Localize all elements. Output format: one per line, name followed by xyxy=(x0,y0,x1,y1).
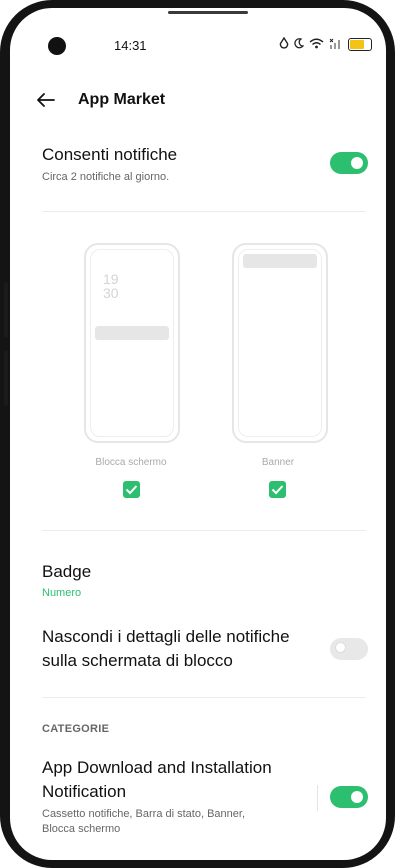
battery-icon xyxy=(348,38,372,51)
preview-notification-bar xyxy=(95,326,169,340)
allow-notifications-title: Consenti notifiche xyxy=(42,145,178,164)
category-subtitle-line2: Blocca schermo xyxy=(42,823,121,835)
category-subtitle-line1: Cassetto notifiche, Barra di stato, Bann… xyxy=(42,808,246,820)
divider xyxy=(42,530,366,531)
banner-label: Banner xyxy=(261,457,295,468)
allow-notifications-toggle[interactable] xyxy=(330,152,368,174)
signal-icon xyxy=(329,38,343,52)
side-button-power xyxy=(4,350,8,406)
badge-title: Badge xyxy=(42,562,92,581)
header: App Market xyxy=(10,80,386,120)
status-bar: 14:31 xyxy=(10,8,386,78)
side-button-volume xyxy=(4,282,8,338)
page-title: App Market xyxy=(78,91,166,108)
lock-screen-checkbox[interactable] xyxy=(123,481,140,498)
check-icon xyxy=(125,485,138,495)
preview-clock: 19 30 xyxy=(103,272,119,300)
status-icons xyxy=(279,36,372,52)
category-toggle[interactable] xyxy=(330,786,368,808)
check-icon xyxy=(271,485,284,495)
lock-screen-preview[interactable]: 19 30 xyxy=(84,243,180,443)
hide-details-title-line2: sulla schermata di blocco xyxy=(42,651,233,670)
category-title-line1: App Download and Installation xyxy=(42,758,272,777)
section-label-categories: CATEGORIE xyxy=(42,723,110,735)
preview-clock-minutes: 30 xyxy=(103,285,119,301)
hide-details-toggle[interactable] xyxy=(330,638,368,660)
badge-value: Numero xyxy=(42,587,82,599)
screen: 14:31 App Market Consenti notifiche Circ… xyxy=(10,8,386,860)
moon-icon xyxy=(294,37,305,52)
preview-clock-hours: 19 xyxy=(103,271,119,287)
divider xyxy=(42,697,366,698)
vertical-separator xyxy=(317,785,318,811)
category-title-line2: Notification xyxy=(42,782,127,801)
banner-preview[interactable] xyxy=(232,243,328,443)
allow-notifications-subtitle: Circa 2 notifiche al giorno. xyxy=(42,171,170,183)
hide-details-title-line1: Nascondi i dettagli delle notifiche xyxy=(42,627,290,646)
back-button[interactable] xyxy=(36,85,66,115)
phone-frame: 14:31 App Market Consenti notifiche Circ… xyxy=(0,0,395,868)
preview-banner-bar xyxy=(243,254,317,268)
front-camera xyxy=(48,37,66,55)
arrow-left-icon xyxy=(37,93,55,107)
drop-icon xyxy=(279,36,289,52)
lock-screen-label: Blocca schermo xyxy=(95,457,167,468)
divider xyxy=(42,211,366,212)
banner-checkbox[interactable] xyxy=(269,481,286,498)
status-time: 14:31 xyxy=(114,38,147,53)
wifi-icon xyxy=(309,38,324,52)
